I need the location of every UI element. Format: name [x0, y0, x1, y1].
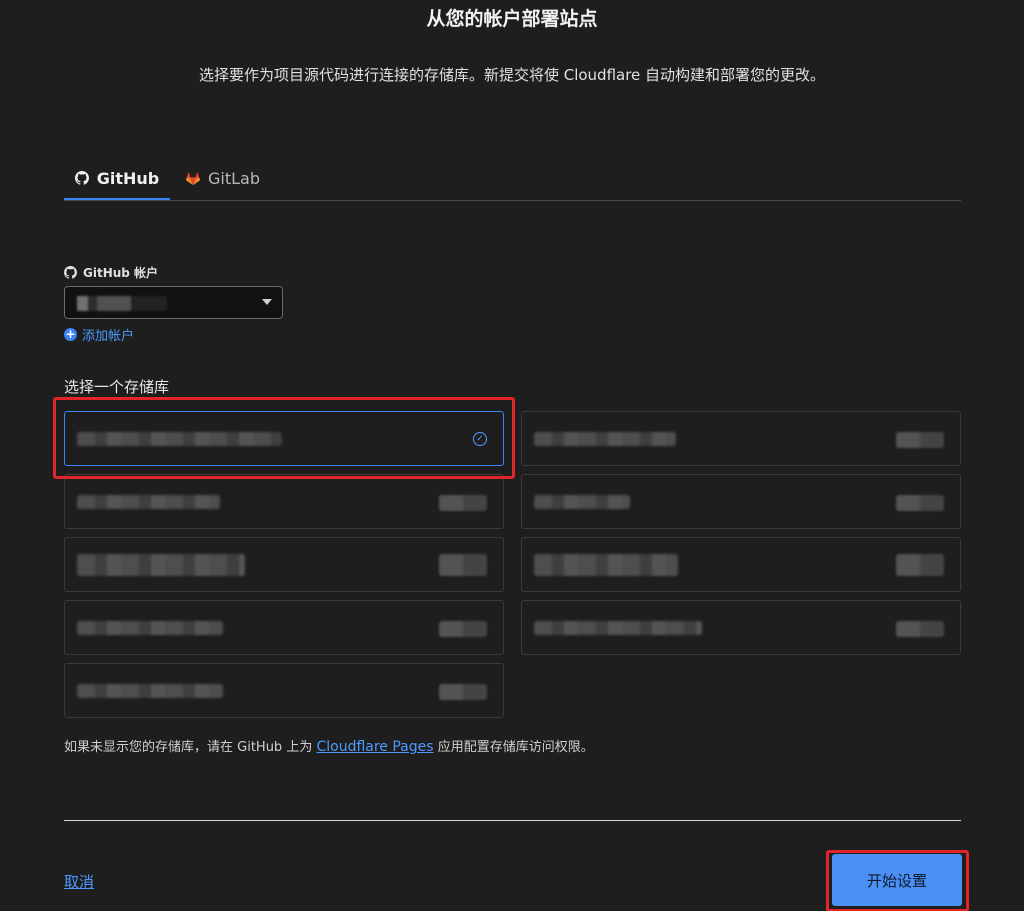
notice-prefix: 如果未显示您的存储库，请在 GitHub 上为	[64, 740, 313, 755]
github-icon	[74, 171, 89, 185]
repo-meta-redacted	[439, 621, 487, 637]
cloudflare-pages-link[interactable]: Cloudflare Pages	[316, 739, 433, 755]
repo-item[interactable]	[521, 537, 961, 592]
access-notice: 如果未显示您的存储库，请在 GitHub 上为 Cloudflare Pages…	[64, 736, 594, 755]
repo-name-redacted	[77, 554, 245, 576]
repo-meta-redacted	[439, 495, 487, 511]
repo-meta-redacted	[439, 554, 487, 576]
account-name-redacted	[77, 296, 167, 311]
repo-meta-redacted	[896, 621, 944, 637]
repo-name-redacted	[534, 621, 702, 635]
footer-divider	[64, 820, 961, 821]
gitlab-icon	[186, 171, 200, 185]
deploy-page: 从您的帐户部署站点 选择要作为项目源代码进行连接的存储库。新提交将使 Cloud…	[0, 0, 1024, 911]
github-icon	[64, 266, 77, 279]
add-account-label: 添加帐户	[82, 329, 135, 344]
repo-name-redacted	[534, 554, 678, 576]
repo-item[interactable]	[64, 474, 504, 529]
repo-name-redacted	[77, 684, 223, 698]
repo-meta-redacted	[439, 684, 487, 700]
check-circle-icon: ✓	[473, 432, 487, 446]
account-select[interactable]	[64, 286, 283, 319]
repo-name-redacted	[534, 432, 676, 446]
page-title: 从您的帐户部署站点	[426, 8, 598, 30]
account-label-text: GitHub 帐户	[83, 266, 159, 280]
tab-github-label: GitHub	[96, 168, 160, 188]
tab-github[interactable]: GitHub	[64, 158, 170, 200]
account-label: GitHub 帐户	[64, 264, 158, 281]
page-subtitle: 选择要作为项目源代码进行连接的存储库。新提交将使 Cloudflare 自动构建…	[198, 66, 826, 84]
add-account-link[interactable]: + 添加帐户	[64, 325, 134, 344]
cancel-link[interactable]: 取消	[64, 871, 94, 892]
repo-name-redacted	[77, 432, 282, 446]
repo-name-redacted	[534, 495, 630, 509]
repo-meta-redacted	[896, 432, 944, 448]
repo-heading: 选择一个存储库	[64, 378, 170, 396]
repo-name-redacted	[77, 495, 220, 509]
repo-item[interactable]	[64, 663, 504, 718]
repo-item[interactable]: ✓	[64, 411, 504, 466]
repo-item[interactable]	[64, 537, 504, 592]
repo-item[interactable]	[521, 600, 961, 655]
tab-gitlab[interactable]: GitLab	[186, 158, 260, 199]
repo-meta-redacted	[896, 554, 944, 576]
repo-name-redacted	[77, 621, 223, 635]
repo-item[interactable]	[521, 411, 961, 466]
start-setup-button[interactable]: 开始设置	[832, 854, 962, 906]
tab-gitlab-label: GitLab	[208, 169, 260, 188]
notice-suffix: 应用配置存储库访问权限。	[437, 740, 594, 755]
repo-meta-redacted	[896, 495, 944, 511]
chevron-down-icon	[262, 299, 272, 305]
repo-item[interactable]	[521, 474, 961, 529]
plus-circle-icon: +	[64, 327, 77, 341]
provider-tabs: GitHub GitLab	[64, 158, 961, 201]
repo-item[interactable]	[64, 600, 504, 655]
